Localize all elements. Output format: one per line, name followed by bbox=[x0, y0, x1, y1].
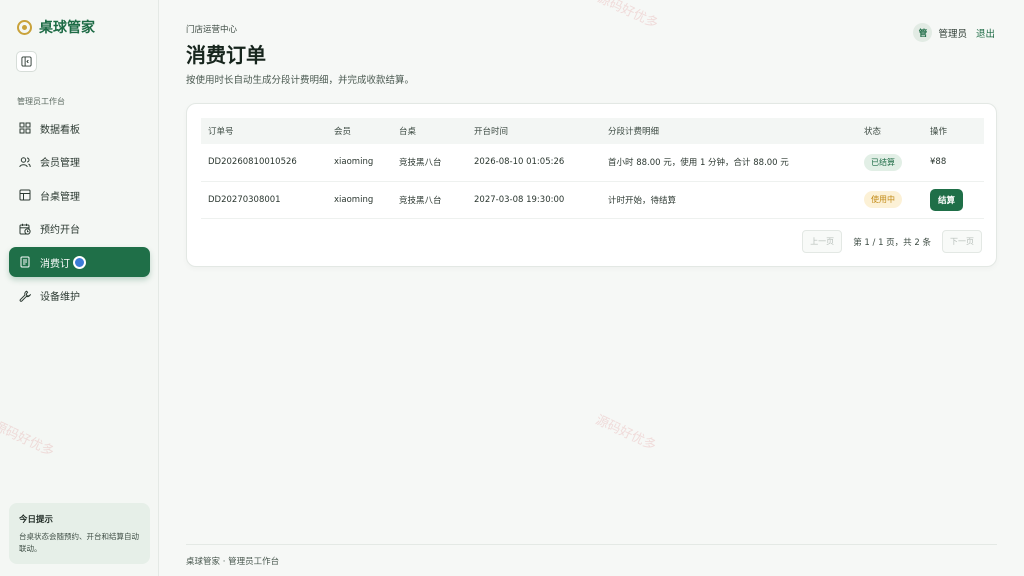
member-cell: xiaoming bbox=[327, 181, 392, 219]
action-cell: 结算 bbox=[923, 181, 984, 219]
table-cell: 竞技黑八台 bbox=[392, 144, 467, 182]
page-description: 按使用时长自动生成分段计费明细，并完成收款结算。 bbox=[186, 75, 415, 86]
prev-page-button[interactable]: 上一页 bbox=[802, 230, 843, 253]
billiard-logo-icon bbox=[17, 19, 32, 35]
user-name: 管理员 bbox=[938, 28, 967, 40]
detail-cell: 首小时 88.00 元，使用 1 分钟，合计 88.00 元 bbox=[601, 144, 857, 182]
column-header-detail: 分段计费明细 bbox=[608, 127, 660, 137]
sidebar-item-orders[interactable]: 消费订 bbox=[9, 247, 150, 277]
next-page-button[interactable]: 下一页 bbox=[942, 230, 982, 253]
sidebar-item-reservations[interactable]: 预约开台 bbox=[9, 214, 150, 244]
sidebar-nav: 数据看板 会员管理 台桌管理 预约开台 消费订 设备维护 bbox=[9, 113, 150, 314]
wrench-icon bbox=[19, 290, 31, 302]
brand[interactable]: 桌球管家 bbox=[17, 17, 95, 37]
grid-icon bbox=[19, 122, 31, 134]
daily-tip-card: 今日提示 台桌状态会随预约、开台和结算自动联动。 bbox=[9, 503, 150, 564]
brand-name: 桌球管家 bbox=[39, 20, 95, 36]
sidebar-item-members[interactable]: 会员管理 bbox=[9, 147, 150, 177]
order-no-cell: DD20270308001 bbox=[201, 181, 327, 219]
sidebar-item-label: 设备维护 bbox=[40, 292, 80, 303]
receipt-icon bbox=[20, 256, 30, 268]
settle-button[interactable]: 结算 bbox=[930, 188, 964, 211]
status-badge: 已结算 bbox=[864, 153, 902, 171]
calendar-clock-icon bbox=[19, 223, 31, 235]
tip-text: 台桌状态会随预约、开台和结算自动联动。 bbox=[19, 532, 139, 553]
orders-table: 订单号 会员 台桌 开台时间 分段计费明细 状态 操作 DD2026081001… bbox=[201, 118, 984, 219]
column-header-action: 操作 bbox=[930, 127, 948, 137]
table-row: DD20260810010526 xiaoming 竞技黑八台 2026-08-… bbox=[201, 144, 984, 182]
column-header-open-time: 开台时间 bbox=[474, 127, 509, 137]
watermark: 源码好优多 bbox=[593, 412, 659, 454]
table-icon bbox=[19, 189, 31, 201]
status-badge: 使用中 bbox=[864, 191, 902, 208]
sidebar-item-maintenance[interactable]: 设备维护 bbox=[9, 281, 150, 311]
sidebar-collapse-button[interactable] bbox=[16, 51, 37, 72]
table-cell: 竞技黑八台 bbox=[392, 181, 467, 219]
table-header-row: 订单号 会员 台桌 开台时间 分段计费明细 状态 操作 bbox=[201, 118, 984, 144]
breadcrumb: 门店运营中心 bbox=[186, 25, 238, 35]
user-menu: 管 管理员 退出 bbox=[913, 23, 995, 42]
column-header-member: 会员 bbox=[334, 127, 352, 137]
member-cell: xiaoming bbox=[327, 144, 392, 182]
sidebar-item-label: 台桌管理 bbox=[40, 191, 80, 203]
sidebar-item-tables[interactable]: 台桌管理 bbox=[9, 180, 150, 210]
sidebar-item-dashboard[interactable]: 数据看板 bbox=[9, 113, 150, 143]
sidebar-section-title: 管理员工作台 bbox=[17, 97, 65, 106]
page-info: 第 1 / 1 页，共 2 条 bbox=[853, 237, 931, 248]
open-time-cell: 2027-03-08 19:30:00 bbox=[467, 181, 601, 219]
logout-link[interactable]: 退出 bbox=[976, 26, 995, 40]
column-header-table: 台桌 bbox=[399, 127, 417, 137]
footer-divider bbox=[186, 544, 997, 545]
column-header-status: 状态 bbox=[864, 127, 882, 137]
mouse-cursor-icon bbox=[73, 255, 86, 269]
detail-cell: 计时开始，待结算 bbox=[601, 181, 857, 219]
sidebar-item-label: 预约开台 bbox=[40, 225, 80, 236]
users-icon bbox=[19, 156, 31, 167]
status-cell: 使用中 bbox=[857, 181, 923, 219]
amount-cell: ¥88 bbox=[923, 144, 984, 182]
status-cell: 已结算 bbox=[857, 144, 923, 182]
sidebar-item-label: 会员管理 bbox=[40, 158, 80, 169]
avatar[interactable]: 管 bbox=[913, 23, 933, 42]
sidebar-item-label: 数据看板 bbox=[40, 124, 80, 136]
pagination: 上一页 第 1 / 1 页，共 2 条 下一页 bbox=[802, 230, 982, 253]
table-row: DD20270308001 xiaoming 竞技黑八台 2027-03-08 … bbox=[201, 181, 984, 219]
sidebar: 桌球管家 管理员工作台 数据看板 会员管理 台桌管理 预约开台 消费订 设备维护… bbox=[0, 0, 159, 576]
column-header-order-no: 订单号 bbox=[208, 127, 234, 137]
sidebar-toggle-icon bbox=[21, 56, 32, 67]
page-title: 消费订单 bbox=[186, 43, 266, 67]
watermark: 源码好优多 bbox=[595, 0, 661, 32]
tip-title: 今日提示 bbox=[19, 515, 54, 525]
order-no-cell: DD20260810010526 bbox=[201, 144, 327, 182]
orders-card: 订单号 会员 台桌 开台时间 分段计费明细 状态 操作 DD2026081001… bbox=[186, 103, 997, 267]
sidebar-item-label: 消费订 bbox=[40, 258, 70, 270]
open-time-cell: 2026-08-10 01:05:26 bbox=[467, 144, 601, 182]
footer-text: 桌球管家 · 管理员工作台 bbox=[186, 557, 280, 567]
